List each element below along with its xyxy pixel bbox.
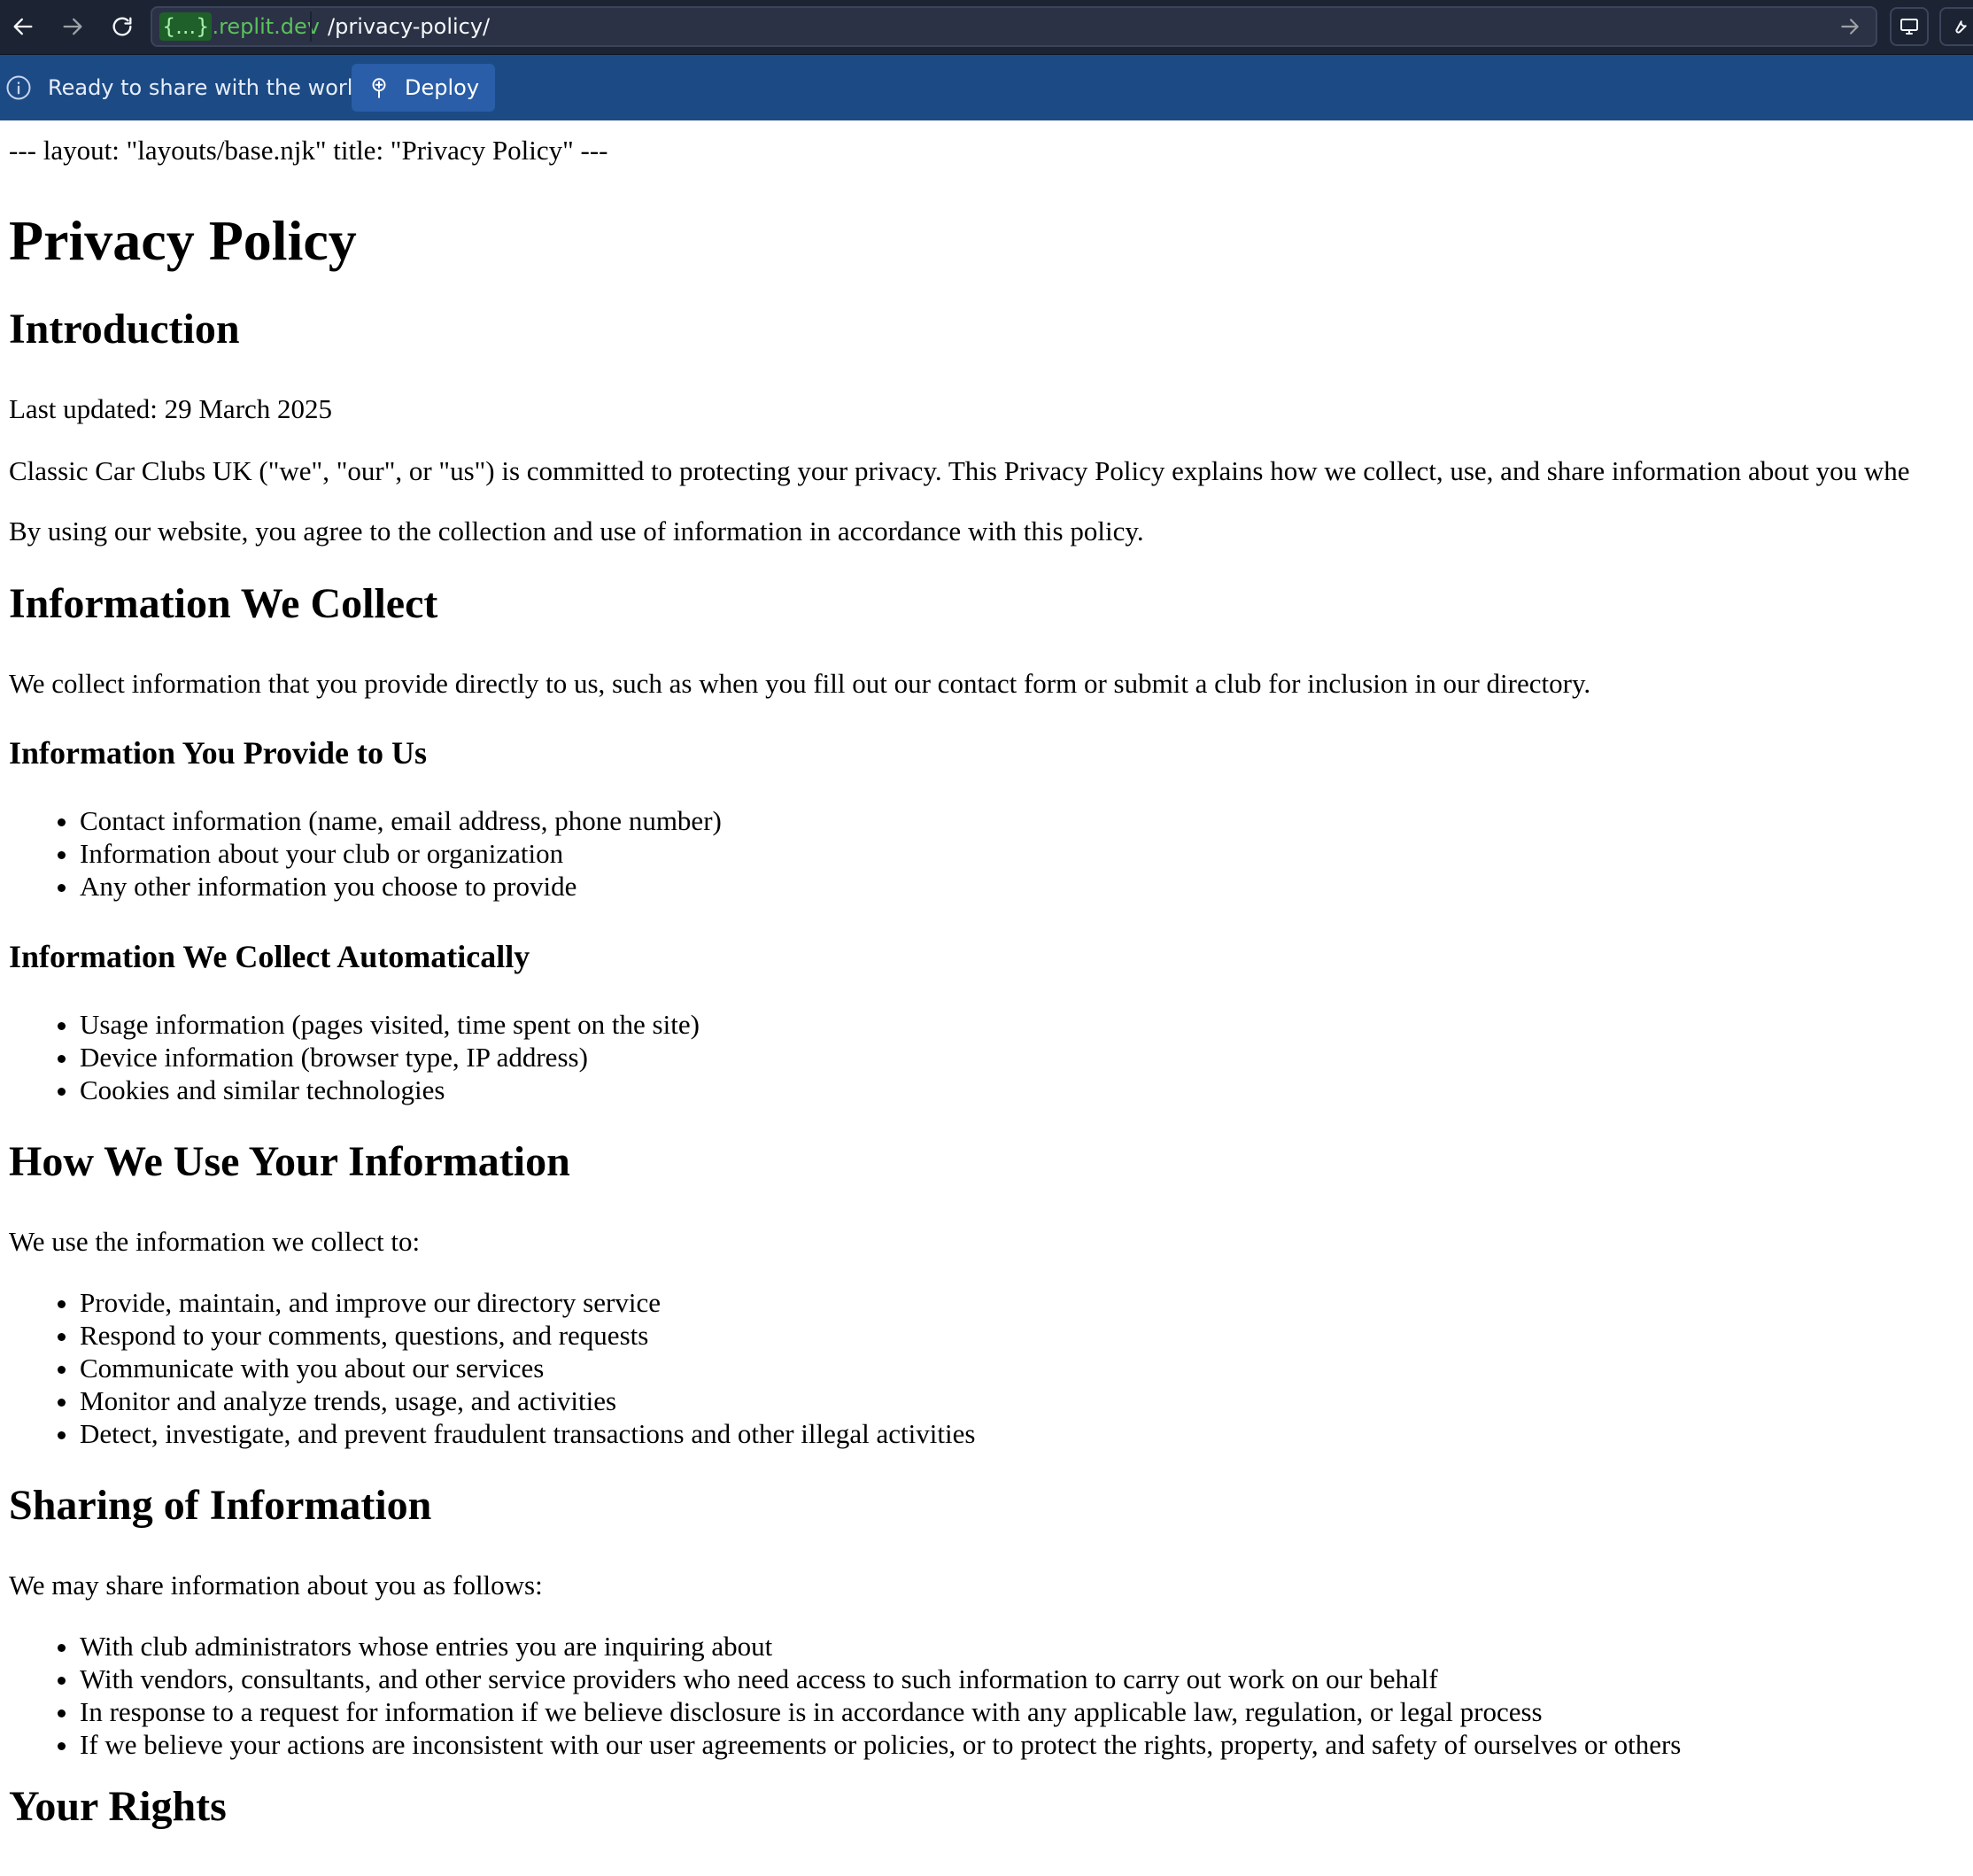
list-item: With vendors, consultants, and other ser…	[80, 1663, 1681, 1695]
domain-suffix: .replit.dev	[212, 14, 320, 39]
back-button[interactable]	[5, 9, 41, 44]
heading-introduction: Introduction	[9, 306, 240, 353]
use-list: Provide, maintain, and improve our direc…	[9, 1286, 975, 1450]
auto-collect-list: Usage information (pages visited, time s…	[9, 1008, 700, 1106]
sharing-paragraph: We may share information about you as fo…	[9, 1570, 543, 1601]
list-item: Contact information (name, email address…	[80, 804, 722, 837]
url-path[interactable]: /privacy-policy/	[328, 12, 490, 41]
url-bar[interactable]: {...} .replit.dev /privacy-policy/	[151, 6, 1877, 47]
list-item: Provide, maintain, and improve our direc…	[80, 1286, 975, 1319]
page-title: Privacy Policy	[9, 209, 357, 272]
list-item: With club administrators whose entries y…	[80, 1630, 1681, 1663]
arrow-right-icon	[63, 18, 82, 35]
heading-collect-automatically: Information We Collect Automatically	[9, 939, 530, 974]
list-item: If we believe your actions are inconsist…	[80, 1728, 1681, 1761]
domain-braces: {...}	[159, 12, 213, 41]
info-icon	[6, 75, 31, 100]
forward-button[interactable]	[55, 9, 90, 44]
browser-toolbar: {...} .replit.dev /privacy-policy/	[0, 0, 1973, 55]
heading-how-we-use: How We Use Your Information	[9, 1138, 570, 1185]
deploy-icon	[372, 78, 386, 98]
use-paragraph: We use the information we collect to:	[9, 1226, 421, 1257]
list-item: Any other information you choose to prov…	[80, 870, 722, 903]
page-content: --- layout: "layouts/base.njk" title: "P…	[9, 120, 1966, 1876]
provide-list: Contact information (name, email address…	[9, 804, 722, 903]
list-item: In response to a request for information…	[80, 1695, 1681, 1728]
intro-paragraph: Classic Car Clubs UK ("we", "our", or "u…	[9, 455, 1910, 486]
url-divider	[310, 12, 312, 42]
reload-icon	[112, 17, 132, 36]
deploy-button[interactable]: Deploy	[352, 64, 496, 112]
deploy-label: Deploy	[405, 75, 480, 100]
wrench-icon	[1955, 20, 1967, 34]
banner-text: Ready to share with the world?	[48, 75, 378, 100]
monitor-icon	[1900, 19, 1918, 35]
list-item: Device information (browser type, IP add…	[80, 1041, 700, 1074]
heading-information-we-collect: Information We Collect	[9, 580, 438, 627]
reload-button[interactable]	[104, 9, 140, 44]
arrow-left-icon	[13, 18, 33, 35]
heading-your-rights: Your Rights	[9, 1783, 227, 1830]
list-item: Communicate with you about our services	[80, 1352, 975, 1384]
list-item: Cookies and similar technologies	[80, 1074, 700, 1106]
list-item: Monitor and analyze trends, usage, and a…	[80, 1384, 975, 1417]
list-item: Respond to your comments, questions, and…	[80, 1319, 975, 1352]
deploy-banner: Ready to share with the world? Deploy	[0, 55, 1973, 120]
heading-information-you-provide: Information You Provide to Us	[9, 735, 428, 771]
go-arrow-icon[interactable]	[1838, 15, 1861, 38]
collect-paragraph: We collect information that you provide …	[9, 668, 1591, 699]
heading-sharing: Sharing of Information	[9, 1482, 432, 1529]
list-item: Usage information (pages visited, time s…	[80, 1008, 700, 1041]
last-updated-text: Last updated: 29 March 2025	[9, 393, 333, 424]
list-item: Information about your club or organizat…	[80, 837, 722, 870]
front-matter-text: --- layout: "layouts/base.njk" title: "P…	[9, 135, 608, 166]
wrench-button[interactable]	[1939, 7, 1973, 46]
sharing-list: With club administrators whose entries y…	[9, 1630, 1681, 1761]
agreement-paragraph: By using our website, you agree to the c…	[9, 516, 1144, 547]
devtools-button[interactable]	[1890, 7, 1929, 46]
domain-chip[interactable]: {...} .replit.dev	[159, 12, 320, 41]
list-item: Detect, investigate, and prevent fraudul…	[80, 1417, 975, 1450]
